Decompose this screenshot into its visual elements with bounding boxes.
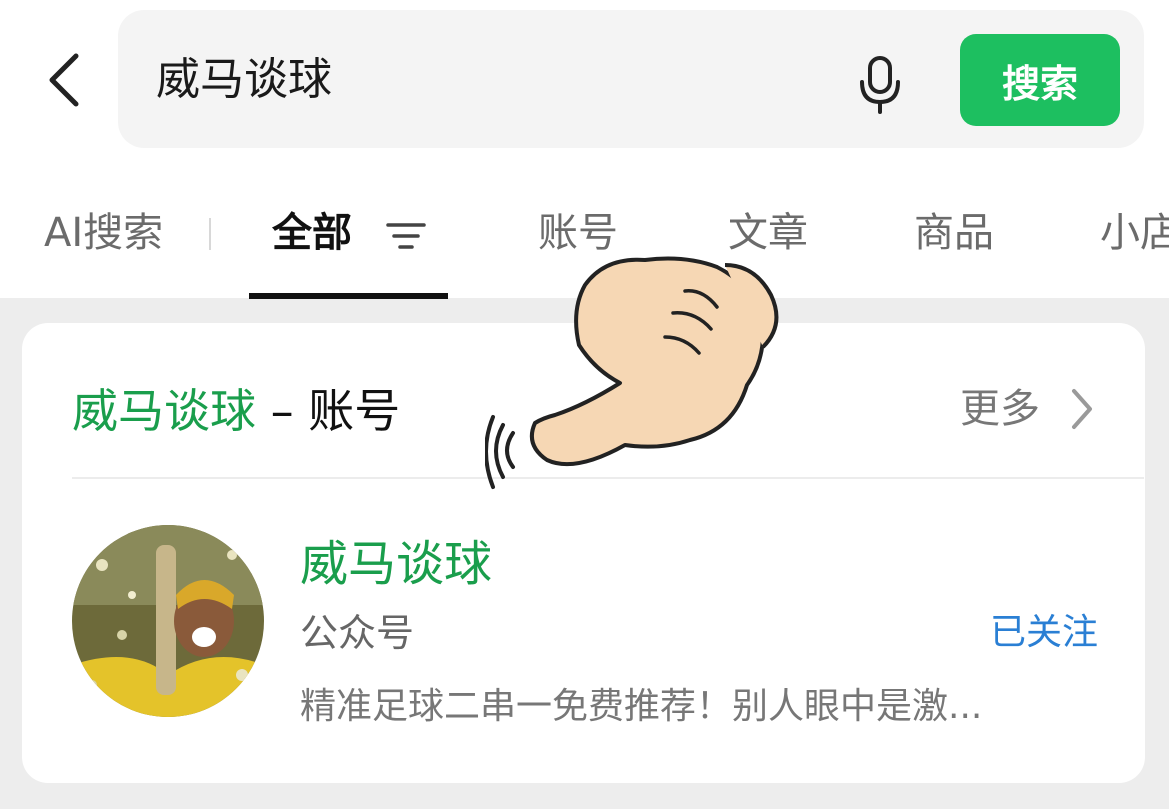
tab-all[interactable]: 全部 xyxy=(272,205,352,261)
tab-articles[interactable]: 文章 xyxy=(728,205,808,261)
search-input[interactable]: 威马谈球 xyxy=(156,50,332,110)
tab-divider xyxy=(209,218,211,250)
chevron-right-icon[interactable] xyxy=(1068,387,1096,431)
tab-ai-search[interactable]: AI搜索 xyxy=(44,205,163,261)
follow-status[interactable]: 已关注 xyxy=(990,607,1098,659)
account-name[interactable]: 威马谈球 xyxy=(300,533,492,595)
tab-products[interactable]: 商品 xyxy=(914,205,994,261)
section-title: 威马谈球 – 账号 xyxy=(72,381,400,441)
microphone-icon[interactable] xyxy=(856,54,904,114)
account-avatar[interactable] xyxy=(72,525,264,717)
tab-accounts[interactable]: 账号 xyxy=(538,205,618,261)
account-description: 精准足球二串一免费推荐！别人眼中是激... xyxy=(300,686,983,727)
active-tab-indicator xyxy=(249,293,448,299)
header: 威马谈球 搜索 AI搜索 全部 账号 文章 商品 小店 xyxy=(0,0,1169,299)
tab-shops[interactable]: 小店 xyxy=(1100,205,1169,261)
section-title-keyword: 威马谈球 xyxy=(72,384,256,438)
search-bar: 威马谈球 搜索 xyxy=(118,10,1144,148)
section-title-suffix: 账号 xyxy=(308,384,401,438)
back-arrow-icon[interactable] xyxy=(40,50,90,110)
search-button[interactable]: 搜索 xyxy=(960,34,1120,126)
section-title-separator: – xyxy=(270,384,294,438)
more-link[interactable]: 更多 xyxy=(960,379,1040,439)
filter-icon[interactable] xyxy=(386,220,426,252)
pointing-hand-icon xyxy=(485,256,779,489)
account-type: 公众号 xyxy=(300,611,415,655)
